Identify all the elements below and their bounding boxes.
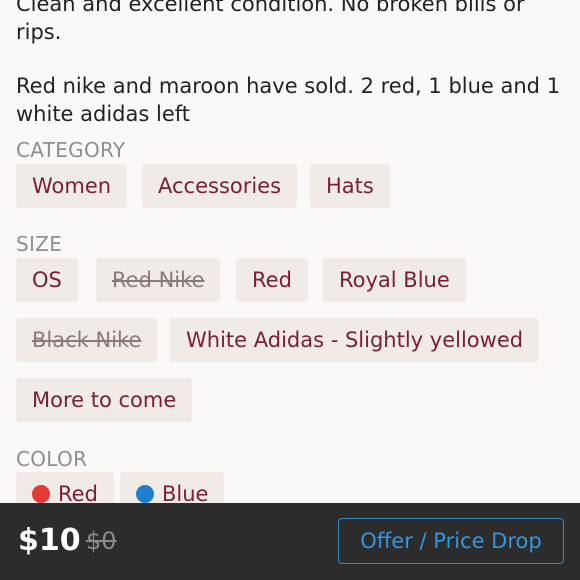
size-tag-black-nike: Black Nike bbox=[16, 318, 158, 362]
size-tag-os[interactable]: OS bbox=[16, 258, 78, 302]
category-title: CATEGORY bbox=[16, 138, 126, 162]
size-tag-white-adidas[interactable]: White Adidas - Slightly yellowed bbox=[170, 318, 540, 362]
size-title: SIZE bbox=[16, 232, 63, 256]
size-tag-red-nike: Red Nike bbox=[96, 258, 221, 302]
category-tag-hats[interactable]: Hats bbox=[310, 164, 390, 208]
listing-description: Clean and excellent condition. No broken… bbox=[16, 0, 566, 154]
description-line-1: Clean and excellent condition. No broken… bbox=[16, 0, 525, 44]
size-tag-royal-blue[interactable]: Royal Blue bbox=[323, 258, 466, 302]
offer-price-drop-button[interactable]: Offer / Price Drop bbox=[338, 518, 564, 564]
category-tag-women[interactable]: Women bbox=[16, 164, 128, 208]
category-tag-accessories[interactable]: Accessories bbox=[142, 164, 298, 208]
red-swatch-icon bbox=[32, 485, 50, 503]
size-tag-red[interactable]: Red bbox=[236, 258, 308, 302]
size-tag-more-to-come[interactable]: More to come bbox=[16, 378, 193, 422]
description-line-2: Red nike and maroon have sold. 2 red, 1 … bbox=[16, 74, 561, 126]
original-price: $0 bbox=[86, 527, 117, 555]
listing-price: $10 bbox=[18, 523, 81, 558]
blue-swatch-icon bbox=[136, 485, 154, 503]
color-title: COLOR bbox=[16, 447, 88, 471]
